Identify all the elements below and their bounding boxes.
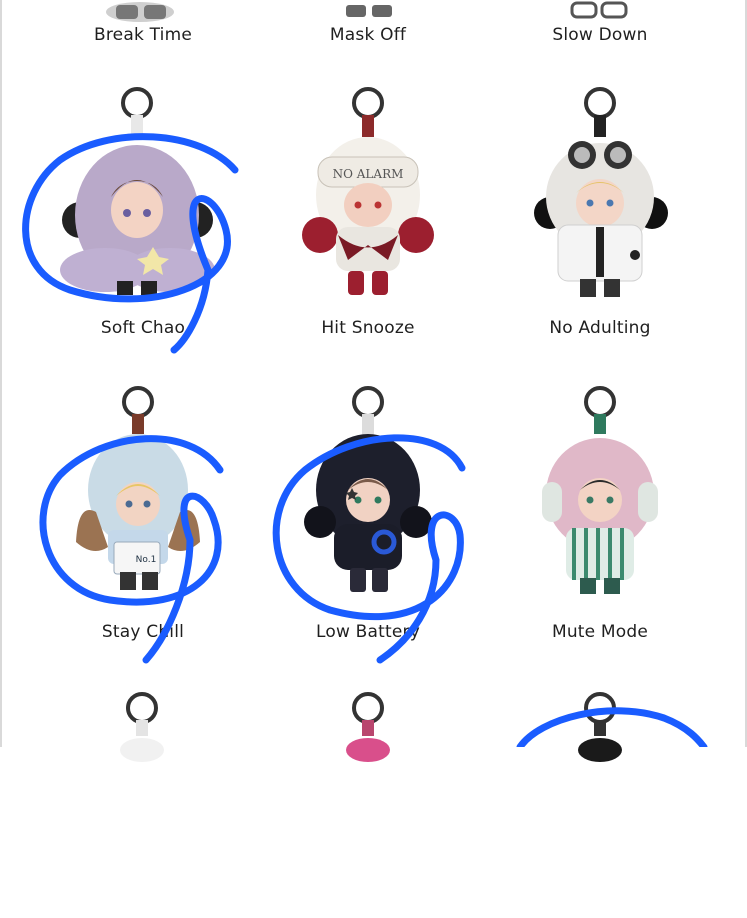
product-label-break-time[interactable]: Break Time <box>33 25 253 45</box>
product-grid-page: Break Time Mask Off Slow Down Soft Chao … <box>0 0 747 762</box>
product-label-stay-chill[interactable]: Stay Chill <box>33 622 253 642</box>
product-image-mute-mode[interactable] <box>500 382 700 612</box>
product-image-hit-snooze[interactable]: NO ALARM <box>268 85 468 315</box>
product-label-soft-chao[interactable]: Soft Chao <box>33 318 253 338</box>
product-label-slow-down[interactable]: Slow Down <box>490 25 710 45</box>
badge-text: No.1 <box>136 555 157 565</box>
product-image-row4-left[interactable] <box>40 688 240 918</box>
keyring-icon <box>126 692 158 724</box>
keyring-icon <box>584 692 616 724</box>
product-image-low-battery[interactable] <box>268 382 468 612</box>
product-image-soft-chao[interactable] <box>35 85 235 315</box>
product-label-mute-mode[interactable]: Mute Mode <box>490 622 710 642</box>
keyring-icon <box>352 692 384 724</box>
product-label-no-adulting[interactable]: No Adulting <box>490 318 710 338</box>
product-grid: Break Time Mask Off Slow Down Soft Chao … <box>0 0 747 762</box>
product-label-hit-snooze[interactable]: Hit Snooze <box>258 318 478 338</box>
keyring-icon <box>122 386 154 418</box>
keyring-icon <box>121 87 153 119</box>
mask-text: NO ALARM <box>333 167 404 181</box>
keyring-icon <box>584 386 616 418</box>
product-image-no-adulting[interactable] <box>500 85 700 315</box>
product-image-stay-chill[interactable]: No.1 <box>38 382 238 612</box>
keyring-icon <box>352 87 384 119</box>
product-label-mask-off[interactable]: Mask Off <box>258 25 478 45</box>
product-image-row4-right[interactable] <box>500 688 700 918</box>
product-image-row4-center[interactable] <box>268 688 468 918</box>
keyring-icon <box>584 87 616 119</box>
keyring-icon <box>352 386 384 418</box>
product-label-low-battery[interactable]: Low Battery <box>258 622 478 642</box>
